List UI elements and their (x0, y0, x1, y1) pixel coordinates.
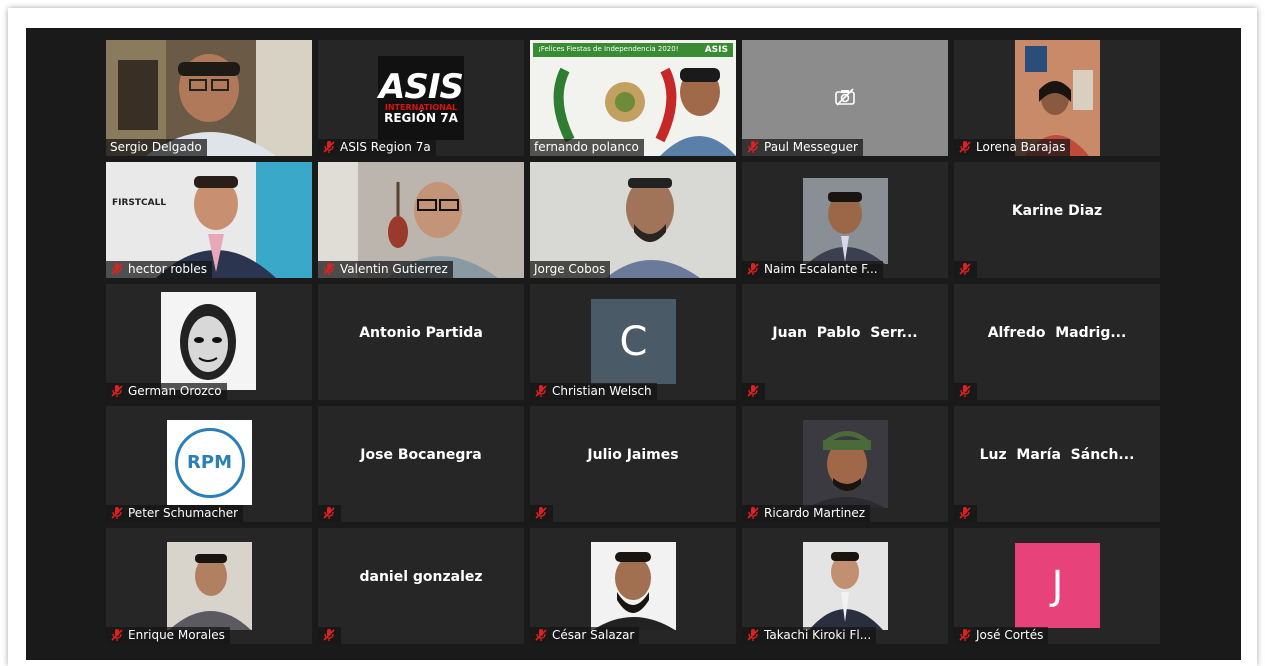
participant-photo (803, 542, 888, 630)
mic-muted-icon (959, 629, 971, 641)
participant-tile[interactable]: FIRSTCALL hector robles (106, 162, 312, 278)
participant-tile[interactable]: Naim Escalante F... (742, 162, 948, 278)
mic-muted-icon (323, 263, 335, 275)
participant-tile[interactable]: Takachi Kiroki Fl... (742, 528, 948, 644)
participant-name-label: César Salazar (530, 627, 640, 644)
participant-tile[interactable]: Antonio Partida (318, 284, 524, 400)
participant-display-name: Alfredo Madrig... (987, 325, 1127, 341)
participant-tile[interactable]: daniel gonzalez (318, 528, 524, 644)
participant-tile-active-speaker[interactable]: ¡Felices Fiestas de Independencia 2020! … (530, 40, 736, 156)
participant-name-label: fernando polanco (530, 139, 644, 156)
mic-muted-icon (323, 507, 335, 519)
participant-name-label: ASIS Region 7a (318, 139, 436, 156)
participant-name-label (318, 505, 341, 522)
participant-tile[interactable]: RPM Peter Schumacher (106, 406, 312, 522)
participant-name-label (954, 505, 977, 522)
participant-display-name: Luz María Sánch... (979, 447, 1135, 463)
participant-tile[interactable]: Paul Messeguer (742, 40, 948, 156)
participant-photo (803, 178, 888, 264)
mic-muted-icon (747, 385, 759, 397)
participant-name-label (530, 505, 553, 522)
celebration-banner: ¡Felices Fiestas de Independencia 2020! … (533, 43, 733, 57)
participant-name-label: Takachi Kiroki Fl... (742, 627, 877, 644)
rpm-logo: RPM (167, 420, 252, 505)
participant-tile[interactable]: Sergio Delgado (106, 40, 312, 156)
participant-tile[interactable]: ASIS INTERNATIONAL REGIÓN 7A ASIS Region… (318, 40, 524, 156)
participant-tile[interactable]: Karine Diaz (954, 162, 1160, 278)
participant-tile[interactable]: César Salazar (530, 528, 736, 644)
participant-photo (591, 542, 676, 630)
participant-tile[interactable]: J José Cortés (954, 528, 1160, 644)
avatar: C (591, 299, 676, 384)
rpm-logo-ring: RPM (174, 427, 245, 498)
participant-name-label: Valentin Gutierrez (318, 261, 453, 278)
participant-name-label: Sergio Delgado (106, 139, 207, 156)
participant-name-label: Ricardo Martinez (742, 505, 871, 522)
mic-muted-icon (111, 385, 123, 397)
participant-display-name: Jose Bocanegra (360, 447, 482, 463)
participant-photo (161, 292, 256, 390)
participant-tile[interactable]: Julio Jaimes (530, 406, 736, 522)
participant-tile[interactable]: Luz María Sánch... (954, 406, 1160, 522)
participant-name-label: hector robles (106, 261, 212, 278)
participant-tile[interactable]: C Christian Welsch (530, 284, 736, 400)
mic-muted-icon (959, 263, 971, 275)
mic-muted-icon (959, 141, 971, 153)
mic-muted-icon (323, 141, 335, 153)
camera-off-icon (835, 88, 855, 106)
mic-muted-icon (959, 507, 971, 519)
participant-display-name: Antonio Partida (359, 325, 483, 341)
screenshot-frame: Sergio Delgado ASIS INTERNATIONAL REGIÓN… (8, 8, 1257, 666)
mic-muted-icon (535, 629, 547, 641)
mic-muted-icon (747, 507, 759, 519)
participant-name-label: José Cortés (954, 627, 1049, 644)
participant-name-label: Christian Welsch (530, 383, 657, 400)
mic-muted-icon (535, 507, 547, 519)
mic-muted-icon (111, 263, 123, 275)
participant-display-name: daniel gonzalez (359, 569, 483, 585)
participant-tile[interactable]: Jose Bocanegra (318, 406, 524, 522)
participant-tile[interactable]: Juan Pablo Serr... (742, 284, 948, 400)
participant-tile[interactable]: Lorena Barajas (954, 40, 1160, 156)
participant-name-label: Paul Messeguer (742, 139, 863, 156)
participant-tile[interactable]: Jorge Cobos (530, 162, 736, 278)
participant-name-label: Enrique Morales (106, 627, 230, 644)
participant-tile[interactable]: German Orozco (106, 284, 312, 400)
participant-grid: Sergio Delgado ASIS INTERNATIONAL REGIÓN… (106, 40, 1160, 644)
participant-tile[interactable]: Enrique Morales (106, 528, 312, 644)
mic-muted-icon (747, 263, 759, 275)
participant-name-label: Lorena Barajas (954, 139, 1071, 156)
avatar: J (1015, 543, 1100, 628)
firstcall-logo: FIRSTCALL (112, 198, 167, 208)
asis-region-logo: ASIS INTERNATIONAL REGIÓN 7A (378, 56, 464, 140)
participant-photo (167, 542, 252, 630)
gallery-view: Sergio Delgado ASIS INTERNATIONAL REGIÓN… (26, 28, 1241, 660)
mic-muted-icon (111, 507, 123, 519)
mic-muted-icon (535, 385, 547, 397)
participant-tile[interactable]: Alfredo Madrig... (954, 284, 1160, 400)
participant-display-name: Karine Diaz (1011, 203, 1103, 219)
participant-name-label (318, 627, 341, 644)
participant-name-label: Naim Escalante F... (742, 261, 883, 278)
mic-muted-icon (747, 629, 759, 641)
participant-display-name: Julio Jaimes (587, 447, 679, 463)
participant-tile[interactable]: Ricardo Martinez (742, 406, 948, 522)
participant-display-name: Juan Pablo Serr... (772, 325, 918, 341)
participant-tile[interactable]: Valentin Gutierrez (318, 162, 524, 278)
mic-muted-icon (747, 141, 759, 153)
participant-name-label: German Orozco (106, 383, 227, 400)
participant-name-label: Jorge Cobos (530, 261, 611, 278)
mic-muted-icon (323, 629, 335, 641)
mic-muted-icon (111, 629, 123, 641)
participant-name-label (954, 383, 977, 400)
mic-muted-icon (959, 385, 971, 397)
participant-name-label (954, 261, 977, 278)
participant-photo (803, 420, 888, 508)
participant-name-label (742, 383, 765, 400)
participant-name-label: Peter Schumacher (106, 505, 244, 522)
